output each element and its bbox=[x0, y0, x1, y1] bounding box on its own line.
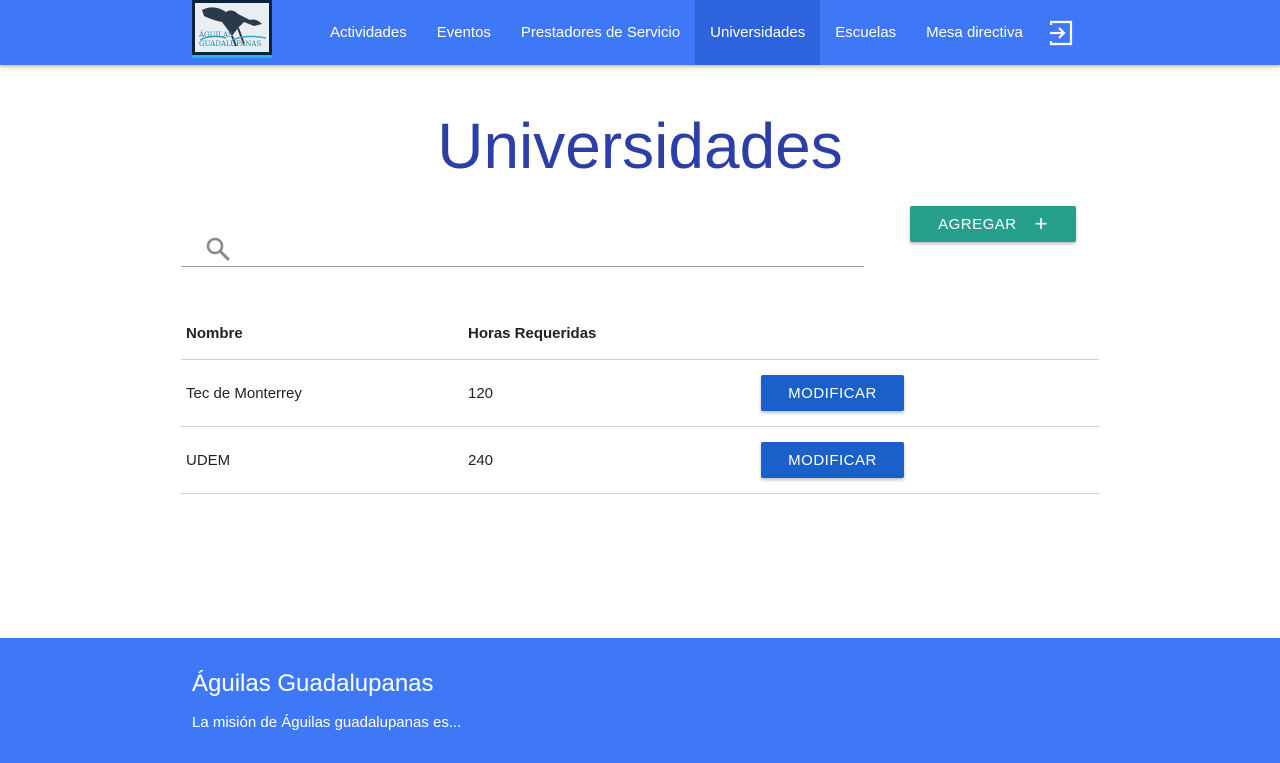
search-input[interactable] bbox=[241, 232, 855, 264]
table-row: UDEM 240 MODIFICAR bbox=[181, 427, 1099, 494]
cell-nombre: UDEM bbox=[186, 452, 231, 469]
footer-title: Águilas Guadalupanas bbox=[192, 670, 434, 697]
search-icon bbox=[206, 237, 230, 261]
column-header-horas: Horas Requeridas bbox=[468, 325, 597, 342]
nav-item-actividades[interactable]: Actividades bbox=[315, 0, 422, 65]
eagle-logo-icon: ÁGUILAS GUADALUPANAS bbox=[192, 0, 272, 55]
logout-button[interactable] bbox=[1048, 20, 1074, 46]
add-button-label: AGREGAR bbox=[938, 215, 1017, 233]
footer-text: La misión de Águilas guadalupanas es... bbox=[192, 714, 462, 731]
table-row: Tec de Monterrey 120 MODIFICAR bbox=[181, 360, 1099, 427]
modify-button[interactable]: MODIFICAR bbox=[761, 375, 904, 411]
cell-horas: 120 bbox=[468, 385, 494, 402]
page-title: Universidades bbox=[437, 110, 843, 182]
table-header: Nombre Horas Requeridas bbox=[181, 307, 1099, 360]
nav-item-universidades[interactable]: Universidades bbox=[695, 0, 821, 65]
cell-horas: 240 bbox=[468, 452, 494, 469]
column-header-nombre: Nombre bbox=[186, 325, 243, 342]
logo-text-1: ÁGUILAS bbox=[198, 30, 233, 39]
modify-button[interactable]: MODIFICAR bbox=[761, 442, 904, 478]
search-bar bbox=[181, 228, 864, 267]
universities-table: Nombre Horas Requeridas Tec de Monterrey… bbox=[181, 307, 1099, 494]
add-button[interactable]: AGREGAR + bbox=[910, 206, 1076, 242]
nav-item-escuelas[interactable]: Escuelas bbox=[820, 0, 911, 65]
plus-icon: + bbox=[1034, 211, 1048, 236]
cell-nombre: Tec de Monterrey bbox=[186, 385, 302, 402]
nav-item-mesa-directiva[interactable]: Mesa directiva bbox=[911, 0, 1038, 65]
logo-text-2: GUADALUPANAS bbox=[199, 40, 261, 48]
nav-item-prestadores[interactable]: Prestadores de Servicio bbox=[506, 0, 695, 65]
logo[interactable]: ÁGUILAS GUADALUPANAS bbox=[192, 0, 272, 58]
navbar: ÁGUILAS GUADALUPANAS Actividades Eventos… bbox=[0, 0, 1280, 65]
nav-item-eventos[interactable]: Eventos bbox=[422, 0, 506, 65]
logout-icon bbox=[1049, 20, 1073, 46]
main-nav: Actividades Eventos Prestadores de Servi… bbox=[315, 0, 1038, 65]
footer: Águilas Guadalupanas La misión de Águila… bbox=[0, 638, 1280, 763]
